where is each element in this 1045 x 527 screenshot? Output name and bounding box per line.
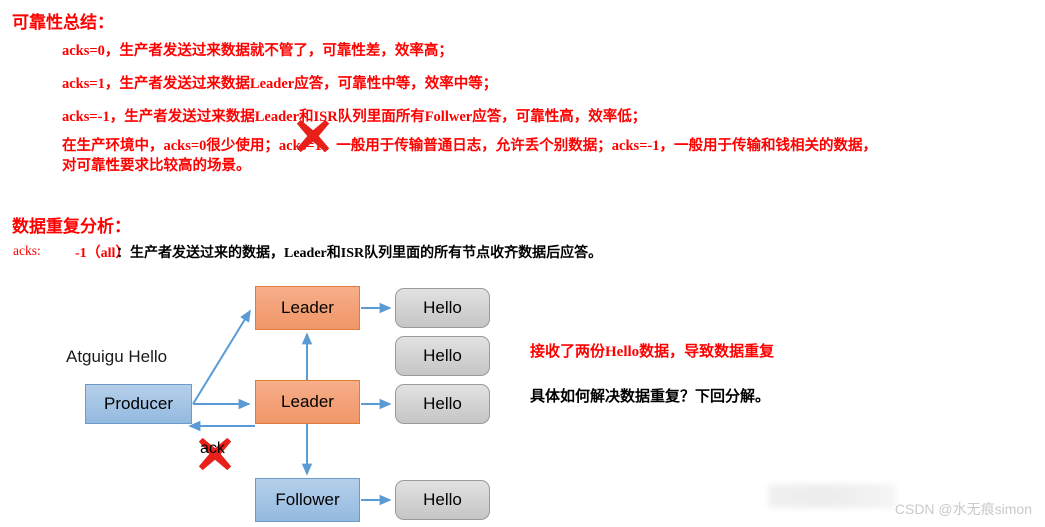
kafka-acks-diagram: Atguigu Hello Producer Leader Leader Fol… — [0, 270, 560, 527]
node-hello-2-label: Hello — [423, 346, 462, 365]
acks-zero-description: acks=0，生产者发送过来数据就不管了，可靠性差，效率高； — [62, 43, 453, 59]
data-duplication-heading: 数据重复分析： — [12, 217, 131, 236]
reliability-summary-heading: 可靠性总结： — [12, 13, 114, 32]
node-leader-top[interactable]: Leader — [255, 286, 360, 330]
acks-one-description: acks=1，生产者发送过来数据Leader应答，可靠性中等，效率中等； — [62, 76, 498, 92]
node-hello-1-label: Hello — [423, 298, 462, 317]
node-leader-middle-label: Leader — [281, 392, 334, 411]
arrow-producer-to-leader-top — [192, 309, 251, 405]
node-hello-1[interactable]: Hello — [395, 288, 490, 328]
acks-parameter-description: ：生产者发送过来的数据，Leader和ISR队列里面的所有节点收齐数据后应答。 — [116, 246, 603, 261]
duplicate-data-warning: 接收了两份Hello数据，导致数据重复 — [530, 344, 775, 360]
acks-minus-one-description: acks=-1，生产者发送过来数据Leader和ISR队列里面所有Follwer… — [62, 109, 647, 125]
node-hello-2[interactable]: Hello — [395, 336, 490, 376]
production-note-line-2: 对可靠性要求比较高的场景。 — [62, 158, 251, 174]
node-follower[interactable]: Follower — [255, 478, 360, 522]
node-hello-4-label: Hello — [423, 490, 462, 509]
csdn-watermark: CSDN @水无痕simon — [894, 501, 1032, 517]
node-hello-3[interactable]: Hello — [395, 384, 490, 424]
producer-input-label: Atguigu Hello — [66, 347, 168, 366]
node-hello-3-label: Hello — [423, 394, 462, 413]
node-producer[interactable]: Producer — [85, 384, 192, 424]
node-leader-top-label: Leader — [281, 298, 334, 317]
node-leader-middle[interactable]: Leader — [255, 380, 360, 424]
node-hello-4[interactable]: Hello — [395, 480, 490, 520]
next-episode-note: 具体如何解决数据重复？下回分解。 — [530, 389, 771, 405]
ack-label: ack — [200, 440, 225, 457]
node-producer-label: Producer — [104, 394, 173, 413]
production-environment-note: 在生产环境中，acks=0很少使用；acks=1，一般用于传输普通日志，允许丢个… — [62, 136, 1037, 176]
node-follower-label: Follower — [275, 490, 340, 509]
acks-parameter-label: acks: — [13, 243, 41, 258]
watermark-blur-patch — [768, 484, 896, 508]
production-note-line-1: 在生产环境中，acks=0很少使用；acks=1，一般用于传输普通日志，允许丢个… — [62, 138, 878, 154]
